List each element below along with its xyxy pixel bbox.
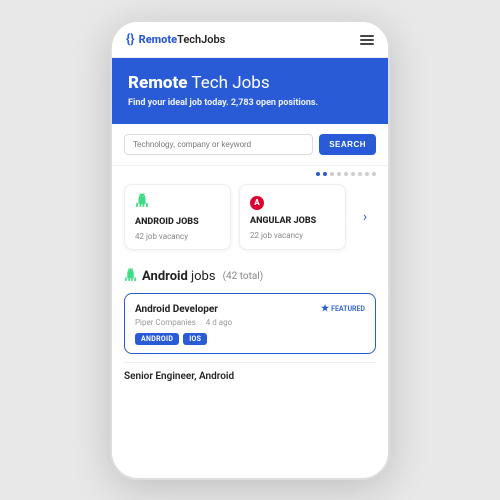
hero-subtitle: Find your ideal job today. 2,783 open po… — [128, 98, 372, 108]
section-title-bold: Android — [142, 269, 188, 284]
section-header: Android jobs (42 total) — [124, 268, 376, 285]
dot-1[interactable] — [316, 172, 320, 176]
hamburger-line-2 — [360, 39, 374, 41]
tag-android[interactable]: ANDROID — [135, 333, 179, 345]
featured-label: FEATURED — [331, 305, 365, 313]
brand-icon: {} — [126, 32, 135, 47]
android-icon — [135, 193, 220, 211]
search-bar: SEARCH — [112, 124, 388, 166]
brand: {} RemoteTechJobs — [126, 32, 225, 47]
dot-3[interactable] — [330, 172, 334, 176]
android-vacancy: 42 job vacancy — [135, 232, 220, 241]
section-android-icon — [124, 268, 137, 285]
category-android[interactable]: ANDROID JOBS 42 job vacancy — [124, 184, 231, 250]
android-jobs-section: Android jobs (42 total) Android Develope… — [112, 260, 388, 478]
search-input[interactable] — [124, 134, 313, 155]
job-tags-1: ANDROID IOS — [135, 333, 365, 345]
featured-badge: ★ FEATURED — [321, 304, 365, 314]
hero-subtitle-text: Find your ideal job today. — [128, 98, 229, 108]
angular-category-title: ANGULAR JOBS — [250, 216, 335, 227]
job-meta-1: Piper Companies 4 d ago — [135, 318, 365, 327]
search-button[interactable]: SEARCH — [319, 134, 376, 155]
angular-icon: A — [250, 193, 335, 210]
hero-title-rest: Tech Jobs — [188, 73, 270, 93]
phone-frame: {} RemoteTechJobs Remote Tech Jobs Find … — [110, 20, 390, 480]
navbar: {} RemoteTechJobs — [112, 22, 388, 58]
hero-section: Remote Tech Jobs Find your ideal job tod… — [112, 58, 388, 124]
job-item-2[interactable]: Senior Engineer, Android — [124, 362, 376, 390]
category-angular[interactable]: A ANGULAR JOBS 22 job vacancy — [239, 184, 346, 250]
dot-8[interactable] — [365, 172, 369, 176]
hero-count: 2,783 — [231, 98, 254, 108]
job-card-header: Android Developer ★ FEATURED — [135, 304, 365, 315]
hamburger-line-3 — [360, 43, 374, 45]
tag-ios[interactable]: IOS — [183, 333, 207, 345]
dot-6[interactable] — [351, 172, 355, 176]
section-title: Android jobs — [142, 269, 216, 284]
job-company-1: Piper Companies — [135, 318, 196, 327]
menu-button[interactable] — [360, 35, 374, 45]
dot-5[interactable] — [344, 172, 348, 176]
angular-badge: A — [250, 196, 264, 210]
job-title-1: Android Developer — [135, 304, 218, 315]
hero-title: Remote Tech Jobs — [128, 72, 372, 94]
hero-positions-label: open positions. — [256, 98, 318, 108]
job-time-1: 4 d ago — [206, 318, 232, 327]
categories-section: ANDROID JOBS 42 job vacancy A ANGULAR JO… — [112, 178, 388, 260]
brand-tech: TechJobs — [177, 33, 225, 46]
dot-7[interactable] — [358, 172, 362, 176]
angular-vacancy: 22 job vacancy — [250, 231, 335, 240]
section-count: (42 total) — [223, 271, 264, 282]
hero-title-bold: Remote — [128, 73, 188, 93]
section-title-rest: jobs — [188, 269, 216, 284]
dot-4[interactable] — [337, 172, 341, 176]
dot-2[interactable] — [323, 172, 327, 176]
carousel-dots — [112, 166, 388, 178]
brand-label: RemoteTechJobs — [139, 33, 226, 46]
dot-9[interactable] — [372, 172, 376, 176]
job-card-1[interactable]: Android Developer ★ FEATURED Piper Compa… — [124, 293, 376, 354]
categories-next-arrow[interactable]: › — [354, 209, 376, 225]
hamburger-line-1 — [360, 35, 374, 37]
featured-icon: ★ — [321, 304, 329, 314]
phone-content: {} RemoteTechJobs Remote Tech Jobs Find … — [112, 22, 388, 478]
brand-remote: Remote — [139, 33, 178, 46]
android-category-title: ANDROID JOBS — [135, 217, 220, 228]
job-title-2: Senior Engineer, Android — [124, 371, 376, 382]
